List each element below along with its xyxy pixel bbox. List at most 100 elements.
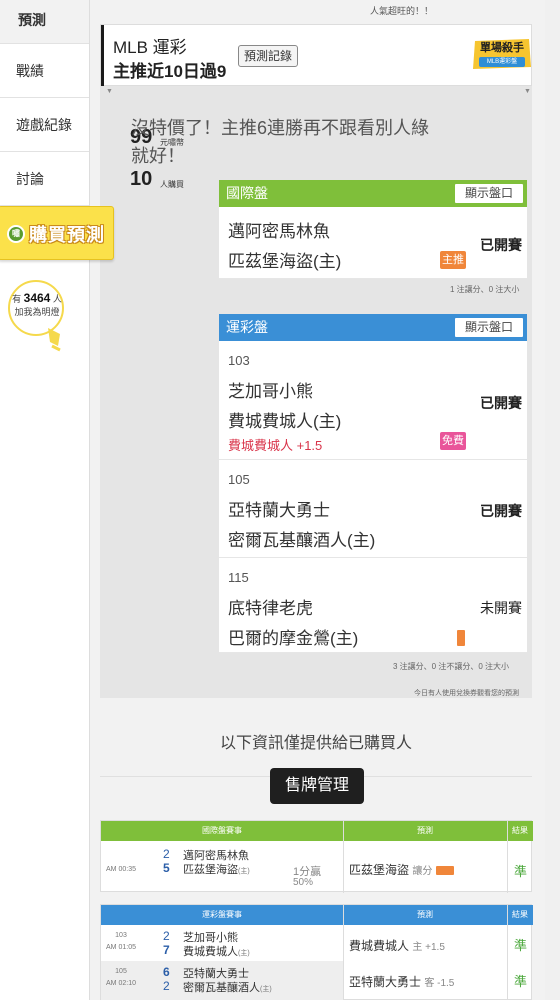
pick-team: 匹茲堡海盜 xyxy=(349,863,410,877)
badge-subtitle: MLB運彩盤 xyxy=(479,57,525,67)
intl-section-header: 國際盤 顯示盤口 xyxy=(219,180,527,207)
buy-prediction-button[interactable]: 嘯 購買預測 xyxy=(0,206,114,260)
column-divider xyxy=(343,821,344,893)
header-accent-bar xyxy=(101,25,104,87)
away-team: 邁阿密馬林魚 xyxy=(228,222,330,241)
killer-badge: 單場殺手 MLB運彩盤 xyxy=(471,37,533,71)
home-mark: (主) xyxy=(238,950,250,957)
prediction-slogan: 沒特價了！主推6連勝再不跟看別人綠就好！ xyxy=(131,118,430,166)
game-number: 105 xyxy=(228,472,250,487)
column-divider xyxy=(343,905,344,1000)
home-team-name: 費城費城人 xyxy=(183,946,238,958)
page-subtitle: 主推近10日過9 xyxy=(113,62,227,81)
game-number: 103 xyxy=(115,932,127,939)
free-tag: 免費 xyxy=(440,432,466,450)
popular-decoration-icon xyxy=(445,0,525,18)
away-score: 6 xyxy=(163,965,170,979)
intl-section-title: 國際盤 xyxy=(226,185,268,201)
home-team: 密爾瓦基釀酒人(主) xyxy=(228,531,376,550)
away-team: 底特律老虎 xyxy=(228,599,313,618)
sidebar-item-record[interactable]: 戰績 xyxy=(0,44,89,98)
sidebar-item-label: 預測 xyxy=(18,12,46,28)
home-team-name: 匹茲堡海盜 xyxy=(183,864,238,876)
pick-cell: 匹茲堡海盜 讓分 xyxy=(349,861,454,878)
home-team: 巴爾的摩金鶯(主) xyxy=(228,629,359,648)
table-header-result: 結果 xyxy=(512,826,528,835)
table-header-games: 國際盤賽事 xyxy=(202,826,242,835)
sidebar-item-predict[interactable]: 預測 xyxy=(0,0,89,44)
sidebar: 預測 戰績 遊戲紀錄 討論 榮譽 有 3464 人 加我為明燈 xyxy=(0,0,90,1000)
sport-game-row: 105 亞特蘭大勇士 密爾瓦基釀酒人(主) 已開賽 xyxy=(219,460,527,558)
game-status: 已開賽 xyxy=(480,237,522,253)
home-mark: (主) xyxy=(260,986,272,993)
pick-cell: 亞特蘭大勇士 客 -1.5 xyxy=(349,973,454,990)
game-number: 103 xyxy=(228,353,250,368)
home-team: 密爾瓦基釀酒人(主) xyxy=(183,979,272,995)
intl-bet-note: 1 注讓分、0 注大小 xyxy=(450,285,520,294)
intl-results-table: 國際盤賽事 預測 結果 AM 00:35 2 5 邁阿密馬林魚 匹茲堡海盜(主)… xyxy=(100,820,533,893)
coin-icon: 嘯 xyxy=(7,225,25,243)
column-divider xyxy=(507,821,508,893)
result-mark: 準 xyxy=(514,974,528,989)
line-percent: 50% xyxy=(293,877,314,888)
fans-prefix: 有 xyxy=(12,294,22,304)
away-score: 2 xyxy=(163,929,170,943)
sport-section-header: 運彩盤 顯示盤口 xyxy=(219,314,527,341)
lightbulb-base-icon xyxy=(48,328,61,352)
show-odds-button-intl[interactable]: 顯示盤口 xyxy=(455,184,523,203)
game-time: AM 01:05 xyxy=(106,944,136,951)
table-header: 運彩盤賽事 預測 結果 xyxy=(101,905,533,925)
sidebar-item-discuss[interactable]: 討論 xyxy=(0,152,89,206)
sport-bet-note: 3 注讓分、0 注不讓分、0 注大小 xyxy=(393,662,510,671)
buyers-value: 10 xyxy=(130,168,153,190)
game-number: 115 xyxy=(228,570,249,585)
coupon-note: 今日有人使用兌換券觀看您的預測 xyxy=(414,690,519,697)
table-row: 105 AM 02:10 6 2 亞特蘭大勇士 密爾瓦基釀酒人(主) xyxy=(101,961,343,1000)
table-header: 國際盤賽事 預測 結果 xyxy=(101,821,533,841)
buyers-unit: 人購買 xyxy=(160,180,184,189)
column-divider xyxy=(507,905,508,1000)
home-score: 5 xyxy=(163,861,170,875)
sell-management-button[interactable]: 售牌管理 xyxy=(270,768,364,804)
away-score: 2 xyxy=(163,847,170,861)
home-score: 7 xyxy=(163,943,170,957)
away-team: 亞特蘭大勇士 xyxy=(228,501,330,520)
show-odds-button-sport[interactable]: 顯示盤口 xyxy=(455,318,523,337)
collapse-left-icon[interactable]: ▼ xyxy=(106,88,113,95)
game-number: 105 xyxy=(115,968,127,975)
sidebar-item-label: 遊戲紀錄 xyxy=(16,116,72,133)
header-card: MLB 運彩 主推近10日過9 預測記錄 單場殺手 MLB運彩盤 xyxy=(100,24,533,87)
sidebar-item-game-log[interactable]: 遊戲紀錄 xyxy=(0,98,89,152)
sport-results-table: 運彩盤賽事 預測 結果 103 AM 01:05 2 7 芝加哥小熊 費城費城人… xyxy=(100,904,533,1000)
pick-type: 客 -1.5 xyxy=(424,978,455,989)
sidebar-item-label: 戰績 xyxy=(16,62,44,79)
table-header-pick: 預測 xyxy=(417,910,433,919)
pick-team: 費城費城人 xyxy=(349,939,410,953)
pick-cell: 費城費城人 主 +1.5 xyxy=(349,937,445,954)
intl-game-row: 邁阿密馬林魚 匹茲堡海盜(主) 主推 已開賽 xyxy=(219,207,527,279)
home-mark: (主) xyxy=(238,868,250,875)
home-team: 匹茲堡海盜(主) xyxy=(183,861,250,877)
sidebar-item-label: 討論 xyxy=(16,170,44,187)
game-time: AM 02:10 xyxy=(106,980,136,987)
badge-title: 單場殺手 xyxy=(480,42,524,54)
partial-tag-icon xyxy=(457,630,465,646)
sport-game-row: 115 底特律老虎 巴爾的摩金鶯(主) 未開賽 xyxy=(219,558,527,653)
away-team: 芝加哥小熊 xyxy=(228,382,313,401)
collapse-right-icon[interactable]: ▼ xyxy=(524,88,531,95)
main-pick-mini-tag xyxy=(435,866,454,876)
home-team-name: 密爾瓦基釀酒人 xyxy=(183,982,260,994)
home-team: 費城費城人(主) xyxy=(183,943,250,959)
popular-text: 人氣超旺的！！ xyxy=(370,6,434,16)
follow-lightbulb-button[interactable]: 有 3464 人 加我為明燈 xyxy=(2,276,72,360)
sport-section-title: 運彩盤 xyxy=(226,319,268,335)
result-mark: 準 xyxy=(514,864,528,879)
prediction-record-button[interactable]: 預測記錄 xyxy=(238,45,299,67)
game-status: 未開賽 xyxy=(480,600,522,616)
scrollbar[interactable] xyxy=(545,0,560,1000)
pick-type: 讓分 xyxy=(412,866,433,877)
game-time: AM 00:35 xyxy=(106,866,136,873)
buy-prediction-label: 購買預測 xyxy=(29,225,105,245)
home-team: 匹茲堡海盜(主) xyxy=(228,252,342,271)
home-score: 2 xyxy=(163,979,170,993)
